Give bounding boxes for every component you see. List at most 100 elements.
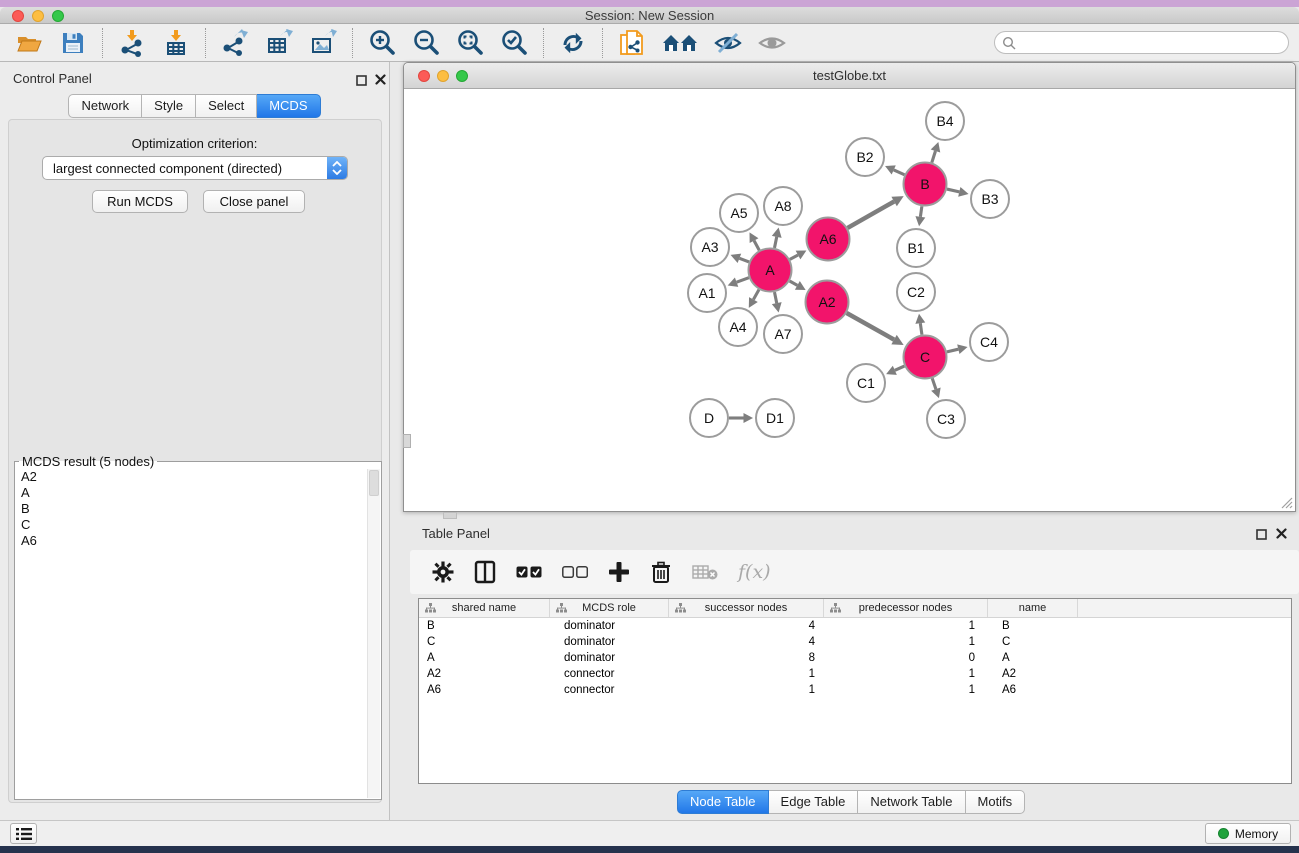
graph-edge-A-A1[interactable] bbox=[737, 278, 749, 282]
table-cell: A6 bbox=[988, 684, 1078, 696]
edge-arrowhead bbox=[744, 413, 754, 423]
mcds-result-item[interactable]: B bbox=[15, 501, 367, 517]
table-cell: 1 bbox=[669, 668, 824, 680]
table-cell: 8 bbox=[669, 652, 824, 664]
graph-edge-A-A8[interactable] bbox=[774, 237, 776, 248]
table-row[interactable]: Adominator80A bbox=[419, 650, 1291, 666]
tab-select[interactable]: Select bbox=[196, 94, 257, 118]
close-panel-icon[interactable] bbox=[375, 72, 386, 90]
network-graph[interactable]: B4B2BB3A8A5A6A3B1AC2A1A2A4A7C4CC1C3DD1 bbox=[404, 89, 1295, 511]
column-type-icon bbox=[675, 603, 686, 613]
graph-node-label: A5 bbox=[730, 205, 747, 221]
home-view-icon[interactable] bbox=[661, 28, 699, 58]
mcds-result-item[interactable]: A6 bbox=[15, 533, 367, 549]
run-mcds-button[interactable]: Run MCDS bbox=[92, 190, 188, 213]
tab-motifs[interactable]: Motifs bbox=[966, 790, 1026, 814]
column-header-shared-name[interactable]: shared name bbox=[419, 599, 550, 617]
import-table-icon[interactable] bbox=[161, 28, 191, 58]
graph-edge-B-B2[interactable] bbox=[894, 170, 905, 175]
mcds-result-item[interactable]: C bbox=[15, 517, 367, 533]
table-options-gear-icon[interactable] bbox=[432, 560, 454, 584]
mcds-result-item[interactable]: A2 bbox=[15, 469, 367, 485]
show-columns-icon[interactable] bbox=[474, 560, 496, 584]
unselect-all-columns-icon[interactable] bbox=[562, 560, 588, 584]
edge-arrowhead bbox=[915, 216, 925, 226]
panel-divider-handle[interactable] bbox=[403, 434, 411, 448]
tab-style[interactable]: Style bbox=[142, 94, 196, 118]
graph-edge-C-C4[interactable] bbox=[947, 349, 958, 352]
main-titlebar: Session: New Session bbox=[0, 7, 1299, 24]
mcds-result-item[interactable]: A bbox=[15, 485, 367, 501]
table-cell: A bbox=[419, 652, 550, 664]
delete-table-icon[interactable] bbox=[692, 560, 718, 584]
table-row[interactable]: A2connector11A2 bbox=[419, 666, 1291, 682]
graph-edge-A6-B[interactable] bbox=[848, 202, 895, 228]
import-network-icon[interactable] bbox=[117, 28, 147, 58]
tab-edge-table[interactable]: Edge Table bbox=[769, 790, 859, 814]
tab-network-table[interactable]: Network Table bbox=[858, 790, 965, 814]
graph-edge-C-C2[interactable] bbox=[920, 323, 922, 335]
table-row[interactable]: Bdominator41B bbox=[419, 618, 1291, 634]
graph-edge-B-B4[interactable] bbox=[932, 151, 936, 163]
tab-mcds[interactable]: MCDS bbox=[257, 94, 320, 118]
function-builder-icon[interactable]: f(x) bbox=[738, 560, 771, 584]
mcds-result-box: MCDS result (5 nodes) A2ABCA6 bbox=[14, 454, 382, 800]
network-window-titlebar[interactable]: testGlobe.txt bbox=[404, 63, 1295, 89]
column-header-name[interactable]: name bbox=[988, 599, 1078, 617]
graph-edge-A-A5[interactable] bbox=[754, 241, 759, 251]
table-cell: 0 bbox=[824, 652, 988, 664]
graph-edge-A-A4[interactable] bbox=[753, 290, 759, 300]
table-row[interactable]: Cdominator41C bbox=[419, 634, 1291, 650]
open-file-icon[interactable] bbox=[14, 28, 44, 58]
duplicate-network-icon[interactable] bbox=[617, 28, 647, 58]
column-header-successor-nodes[interactable]: successor nodes bbox=[669, 599, 824, 617]
table-toolbar: f(x) bbox=[410, 550, 1299, 594]
close-panel-button[interactable]: Close panel bbox=[203, 190, 305, 213]
zoom-fit-icon[interactable] bbox=[455, 28, 485, 58]
main-toolbar bbox=[0, 24, 1299, 62]
zoom-in-icon[interactable] bbox=[367, 28, 397, 58]
float-table-panel-icon[interactable] bbox=[1256, 527, 1267, 545]
resize-grip-icon[interactable] bbox=[1279, 495, 1293, 509]
graph-node-label: B3 bbox=[981, 191, 998, 207]
graph-edge-A-A6[interactable] bbox=[790, 255, 798, 259]
graph-edge-B-B1[interactable] bbox=[920, 206, 921, 217]
column-header-predecessor-nodes[interactable]: predecessor nodes bbox=[824, 599, 988, 617]
graph-edge-B-B3[interactable] bbox=[947, 189, 959, 192]
export-network-icon[interactable] bbox=[220, 28, 250, 58]
graph-edge-A-A3[interactable] bbox=[739, 258, 749, 262]
table-cell: 4 bbox=[669, 636, 824, 648]
refresh-layout-icon[interactable] bbox=[558, 28, 588, 58]
graph-edge-A-A7[interactable] bbox=[774, 292, 776, 303]
save-session-icon[interactable] bbox=[58, 28, 88, 58]
select-all-columns-icon[interactable] bbox=[516, 560, 542, 584]
graph-edge-C-C1[interactable] bbox=[895, 366, 905, 370]
float-panel-icon[interactable] bbox=[356, 73, 367, 91]
table-row[interactable]: A6connector11A6 bbox=[419, 682, 1291, 698]
task-history-button[interactable] bbox=[10, 823, 37, 844]
export-image-icon[interactable] bbox=[308, 28, 338, 58]
result-scrollbar[interactable] bbox=[367, 469, 380, 798]
zoom-selected-icon[interactable] bbox=[499, 28, 529, 58]
export-table-icon[interactable] bbox=[264, 28, 294, 58]
horizontal-divider-handle[interactable] bbox=[443, 512, 457, 519]
memory-button[interactable]: Memory bbox=[1205, 823, 1291, 844]
column-header-MCDS-role[interactable]: MCDS role bbox=[550, 599, 669, 617]
graph-edge-A2-C[interactable] bbox=[847, 313, 894, 340]
graph-edge-C-C3[interactable] bbox=[932, 378, 936, 389]
tab-network[interactable]: Network bbox=[68, 94, 142, 118]
close-table-panel-icon[interactable] bbox=[1276, 526, 1287, 544]
delete-column-icon[interactable] bbox=[650, 560, 672, 584]
zoom-out-icon[interactable] bbox=[411, 28, 441, 58]
main-area: Control Panel NetworkStyleSelectMCDS Opt… bbox=[0, 62, 1299, 820]
graph-edge-A-A2[interactable] bbox=[790, 281, 798, 285]
table-cell: dominator bbox=[550, 620, 669, 632]
search-input[interactable] bbox=[1016, 32, 1288, 53]
birds-eye-icon[interactable] bbox=[757, 28, 787, 58]
tab-node-table[interactable]: Node Table bbox=[677, 790, 769, 814]
table-cell: C bbox=[419, 636, 550, 648]
criterion-dropdown[interactable]: largest connected component (directed) bbox=[42, 156, 348, 180]
hide-details-eye-icon[interactable] bbox=[713, 28, 743, 58]
network-canvas[interactable]: B4B2BB3A8A5A6A3B1AC2A1A2A4A7C4CC1C3DD1 bbox=[404, 89, 1295, 511]
add-column-icon[interactable] bbox=[608, 560, 630, 584]
